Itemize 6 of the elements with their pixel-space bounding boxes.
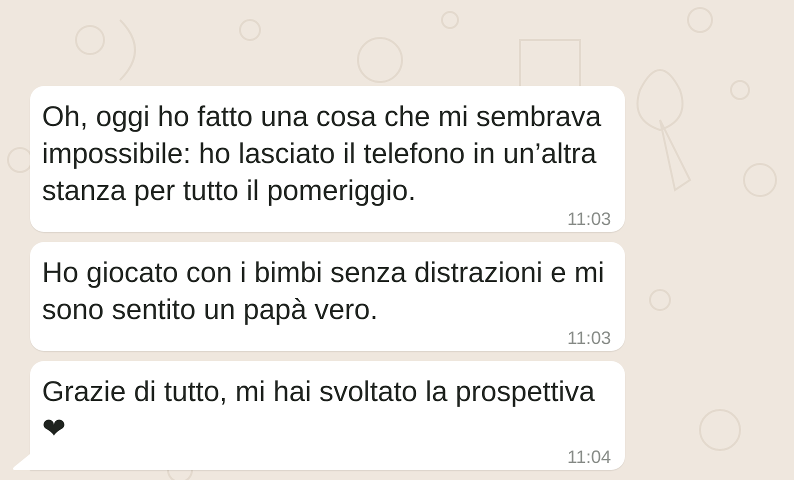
message-time: 11:04 [567, 448, 611, 467]
message-text: Ho giocato con i bimbi senza distrazioni e mi sono sentito un papà vero. [42, 256, 606, 328]
message-text: Oh, oggi ho fatto una cosa che mi sembrava impossibile: ho lasciato il telefono in un’altra stanza per tutto il pomeriggio. [42, 100, 602, 209]
message-time: 11:03 [567, 329, 611, 348]
message-text: Grazie di tutto, mi hai svoltato la prospettiva ❤ [42, 375, 596, 447]
message-time: 11:03 [567, 210, 611, 229]
